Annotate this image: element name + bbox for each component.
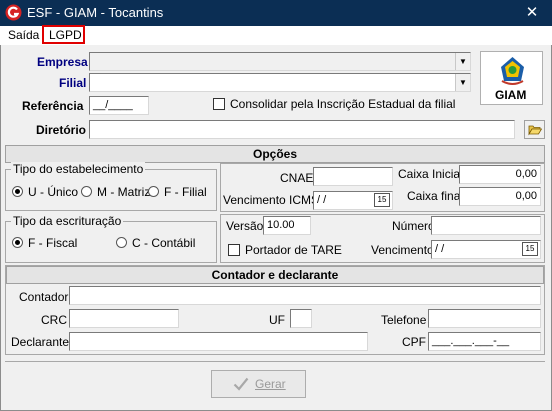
- declarante-label: Declarante: [11, 335, 70, 349]
- giam-logo: GIAM: [480, 51, 543, 105]
- uf-label: UF: [269, 313, 285, 327]
- caixa-inicial-input[interactable]: 0,00: [459, 165, 541, 184]
- crc-input[interactable]: [69, 309, 179, 328]
- radio-fiscal[interactable]: [12, 237, 23, 248]
- radio-filial[interactable]: [148, 186, 159, 197]
- portador-tare-label: Portador de TARE: [245, 243, 342, 257]
- radio-contabil-label: C - Contábil: [132, 236, 196, 250]
- cnae-label: CNAE: [280, 171, 314, 185]
- vencimento-input[interactable]: / / 15: [431, 240, 541, 259]
- telefone-label: Telefone: [381, 313, 427, 327]
- radio-filial-label: F - Filial: [164, 185, 207, 199]
- radio-unico[interactable]: [12, 186, 23, 197]
- contador-header: Contador e declarante: [6, 266, 544, 284]
- caixa-final-label: Caixa final: [407, 189, 464, 203]
- chevron-down-icon[interactable]: ▼: [455, 53, 470, 70]
- telefone-input[interactable]: [428, 309, 541, 328]
- referencia-label: Referência: [22, 99, 84, 113]
- lgpd-highlight: [42, 25, 85, 44]
- venc-icms-input[interactable]: / / 15: [313, 191, 393, 210]
- gerar-label: Gerar: [255, 377, 286, 391]
- window-title: ESF - GIAM - Tocantins: [27, 5, 164, 20]
- caixa-final-input[interactable]: 0,00: [459, 187, 541, 206]
- radio-matriz-label: M - Matriz: [97, 185, 151, 199]
- opcoes-header: Opções: [5, 145, 545, 163]
- radio-contabil[interactable]: [116, 237, 127, 248]
- contador-label: Contador: [19, 290, 69, 304]
- chevron-down-icon[interactable]: ▼: [455, 74, 470, 91]
- referencia-input[interactable]: __/____: [89, 96, 149, 115]
- logo-text: GIAM: [495, 88, 527, 102]
- radio-unico-label: U - Único: [28, 185, 79, 199]
- uf-input[interactable]: [290, 309, 312, 328]
- portador-tare-checkbox[interactable]: [228, 244, 240, 256]
- filial-label: Filial: [59, 76, 87, 90]
- diretorio-label: Diretório: [36, 123, 87, 137]
- tipo-estabelecimento-title: Tipo do estabelecimento: [11, 162, 146, 176]
- coat-of-arms-icon: [501, 57, 524, 85]
- gerar-button[interactable]: Gerar: [211, 370, 306, 398]
- numero-input[interactable]: [431, 216, 541, 235]
- cpf-label: CPF: [402, 335, 426, 349]
- checkmark-icon: [233, 377, 249, 391]
- browse-folder-button[interactable]: [524, 120, 545, 139]
- diretorio-input[interactable]: [89, 120, 515, 139]
- footer-divider: [5, 361, 545, 362]
- versao-label: Versão: [226, 219, 264, 233]
- menu-item-saida[interactable]: Saída: [8, 28, 39, 42]
- consolidar-checkbox[interactable]: [213, 98, 225, 110]
- app-icon: [5, 4, 22, 21]
- radio-matriz[interactable]: [81, 186, 92, 197]
- cnae-input[interactable]: [313, 167, 393, 186]
- close-button[interactable]: ✕: [520, 2, 544, 24]
- contador-input[interactable]: [69, 286, 541, 305]
- vencimento-value: / /: [435, 243, 445, 255]
- tipo-escrituracao-title: Tipo da escrituração: [11, 214, 124, 228]
- cpf-input[interactable]: ___.___.___-__: [428, 332, 541, 351]
- versao-input[interactable]: 10.00: [263, 216, 311, 235]
- venc-icms-label: Vencimento ICMS: [223, 193, 320, 207]
- caixa-inicial-label: Caixa Inicial: [398, 167, 463, 181]
- consolidar-label: Consolidar pela Inscrição Estadual da fi…: [230, 97, 456, 111]
- declarante-input[interactable]: [69, 332, 368, 351]
- venc-icms-value: / /: [317, 194, 327, 206]
- crc-label: CRC: [41, 313, 67, 327]
- title-bar: ESF - GIAM - Tocantins ✕: [0, 0, 552, 26]
- folder-open-icon: [528, 125, 542, 136]
- numero-label: Número: [392, 219, 435, 233]
- radio-fiscal-label: F - Fiscal: [28, 236, 78, 250]
- empresa-label: Empresa: [37, 55, 88, 69]
- filial-select[interactable]: ▼: [89, 73, 471, 92]
- empresa-select[interactable]: ▼: [89, 52, 471, 71]
- vencimento-label: Vencimento: [371, 243, 434, 257]
- calendar-icon[interactable]: 15: [374, 193, 390, 207]
- calendar-icon[interactable]: 15: [522, 242, 538, 256]
